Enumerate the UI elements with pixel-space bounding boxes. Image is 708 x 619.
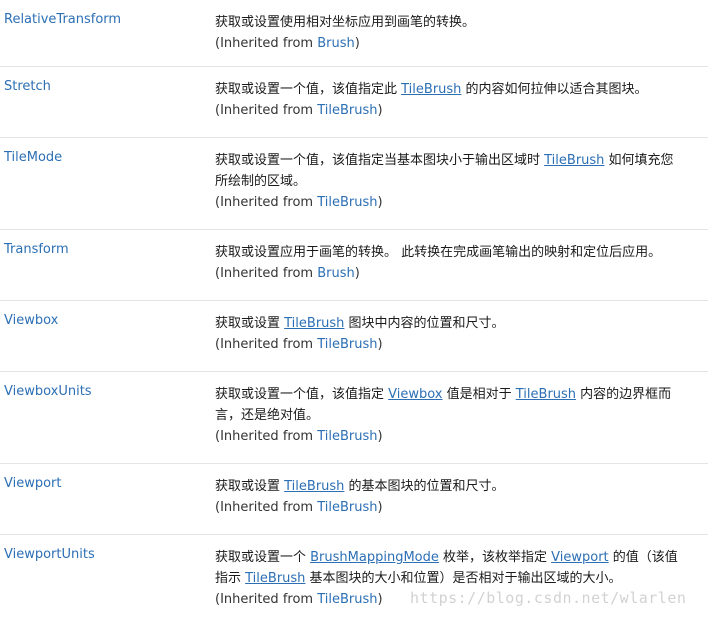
inherited-from-link[interactable]: TileBrush	[317, 195, 377, 210]
description-line: 获取或设置一个 BrushMappingMode 枚举，该枚举指定 Viewpo…	[215, 547, 701, 568]
description-text: 内容的边界框而	[576, 387, 672, 402]
inherited-prefix: (Inherited from	[215, 36, 318, 51]
inherited-suffix: )	[377, 592, 383, 607]
watermark: https://blog.csdn.net/wlarlen	[410, 589, 687, 607]
description-line: 获取或设置应用于画笔的转换。 此转换在完成画笔输出的映射和定位后应用。	[215, 242, 701, 263]
description-line: 所绘制的区域。	[215, 171, 701, 192]
description-line: 言，还是绝对值。	[215, 405, 701, 426]
description-text: 获取或设置使用相对坐标应用到画笔的转换。	[215, 15, 476, 30]
description-text: 指示	[215, 571, 246, 586]
description-line: 获取或设置一个值，该值指定当基本图块小于输出区域时 TileBrush 如何填充…	[215, 150, 701, 171]
type-link[interactable]: Viewport	[551, 550, 609, 565]
inherited-from-link[interactable]: Brush	[317, 266, 355, 281]
inherited-from: (Inherited from TileBrush)	[215, 334, 701, 355]
description-line: 获取或设置一个值，该值指定 Viewbox 值是相对于 TileBrush 内容…	[215, 384, 701, 405]
inherited-from-link[interactable]: TileBrush	[317, 429, 377, 444]
property-description: 获取或设置一个值，该值指定当基本图块小于输出区域时 TileBrush 如何填充…	[215, 150, 701, 213]
inherited-from: (Inherited from TileBrush)	[215, 426, 701, 447]
description-text: 获取或设置应用于画笔的转换。 此转换在完成画笔输出的映射和定位后应用。	[215, 245, 662, 260]
inherited-prefix: (Inherited from	[215, 592, 318, 607]
inherited-prefix: (Inherited from	[215, 266, 318, 281]
inherited-from-link[interactable]: TileBrush	[317, 500, 377, 515]
description-text: 的内容如何拉伸以适合其图块。	[461, 82, 648, 97]
property-name-link[interactable]: Transform	[4, 242, 69, 257]
property-row: ViewboxUnits 获取或设置一个值，该值指定 Viewbox 值是相对于 …	[0, 372, 708, 464]
type-link[interactable]: TileBrush	[284, 479, 344, 494]
inherited-from-link[interactable]: TileBrush	[317, 592, 377, 607]
type-link[interactable]: Viewbox	[388, 387, 442, 402]
description-text: 的基本图块的位置和尺寸。	[344, 479, 505, 494]
property-row: Viewport 获取或设置 TileBrush 的基本图块的位置和尺寸。 (Inh…	[0, 464, 708, 535]
property-row: TileMode 获取或设置一个值，该值指定当基本图块小于输出区域时 TileBr…	[0, 138, 708, 230]
inherited-suffix: )	[377, 195, 383, 210]
description-text: 获取或设置	[215, 316, 285, 331]
property-description: 获取或设置一个值，该值指定此 TileBrush 的内容如何拉伸以适合其图块。(…	[215, 79, 701, 121]
property-name-link[interactable]: TileMode	[4, 150, 62, 165]
description-line: 指示 TileBrush 基本图块的大小和位置）是否相对于输出区域的大小。	[215, 568, 701, 589]
property-name-link[interactable]: Viewbox	[4, 313, 58, 328]
property-description: 获取或设置 TileBrush 图块中内容的位置和尺寸。 (Inherited f…	[215, 313, 701, 355]
property-description: 获取或设置 TileBrush 的基本图块的位置和尺寸。 (Inherited f…	[215, 476, 701, 518]
description-text: 获取或设置一个	[215, 550, 311, 565]
type-link[interactable]: TileBrush	[245, 571, 305, 586]
property-row: Transform 获取或设置应用于画笔的转换。 此转换在完成画笔输出的映射和定位…	[0, 230, 708, 301]
inherited-prefix: (Inherited from	[215, 429, 318, 444]
description-line: 获取或设置一个值，该值指定此 TileBrush 的内容如何拉伸以适合其图块。	[215, 79, 701, 100]
inherited-suffix: )	[377, 103, 383, 118]
description-text: 图块中内容的位置和尺寸。	[344, 316, 505, 331]
property-description: 获取或设置一个值，该值指定 Viewbox 值是相对于 TileBrush 内容…	[215, 384, 701, 447]
inherited-suffix: )	[354, 36, 360, 51]
inherited-from-link[interactable]: TileBrush	[317, 103, 377, 118]
inherited-suffix: )	[377, 337, 383, 352]
inherited-suffix: )	[377, 500, 383, 515]
description-text: 获取或设置一个值，该值指定此	[215, 82, 402, 97]
description-text: 枚举，该枚举指定	[438, 550, 552, 565]
type-link[interactable]: TileBrush	[516, 387, 576, 402]
property-name-link[interactable]: RelativeTransform	[4, 12, 121, 27]
description-text: 基本图块的大小和位置）是否相对于输出区域的大小。	[305, 571, 622, 586]
description-text: 获取或设置一个值，该值指定当基本图块小于输出区域时	[215, 153, 545, 168]
description-text: 所绘制的区域。	[215, 174, 307, 189]
property-name-link[interactable]: Stretch	[4, 79, 51, 94]
description-line: 获取或设置使用相对坐标应用到画笔的转换。	[215, 12, 701, 33]
property-description: 获取或设置应用于画笔的转换。 此转换在完成画笔输出的映射和定位后应用。 (Inhe…	[215, 242, 701, 284]
property-name-link[interactable]: ViewportUnits	[4, 547, 95, 562]
description-text: 获取或设置	[215, 479, 285, 494]
property-row: RelativeTransform 获取或设置使用相对坐标应用到画笔的转换。 (In…	[0, 0, 708, 67]
property-name-link[interactable]: ViewboxUnits	[4, 384, 92, 399]
property-row: Viewbox 获取或设置 TileBrush 图块中内容的位置和尺寸。 (Inhe…	[0, 301, 708, 372]
inherited-from-link[interactable]: Brush	[317, 36, 355, 51]
inherited-from: (Inherited from Brush)	[215, 263, 701, 284]
property-name-link[interactable]: Viewport	[4, 476, 62, 491]
property-description: 获取或设置使用相对坐标应用到画笔的转换。 (Inherited from Brus…	[215, 12, 701, 54]
inherited-suffix: )	[354, 266, 360, 281]
type-link[interactable]: TileBrush	[544, 153, 604, 168]
description-text: 获取或设置一个值，该值指定	[215, 387, 389, 402]
description-line: 获取或设置 TileBrush 的基本图块的位置和尺寸。	[215, 476, 701, 497]
inherited-prefix: (Inherited from	[215, 500, 318, 515]
inherited-prefix: (Inherited from	[215, 103, 318, 118]
description-text: 言，还是绝对值。	[215, 408, 320, 423]
description-text: 的值（该值	[608, 550, 678, 565]
type-link[interactable]: BrushMappingMode	[310, 550, 439, 565]
inherited-from: (Inherited from Brush)	[215, 33, 701, 54]
inherited-from: (Inherited from TileBrush)	[215, 497, 701, 518]
description-text: 值是相对于	[442, 387, 516, 402]
inherited-from: (Inherited from TileBrush)	[215, 100, 701, 121]
description-text: 如何填充您	[604, 153, 674, 168]
type-link[interactable]: TileBrush	[284, 316, 344, 331]
type-link[interactable]: TileBrush	[401, 82, 461, 97]
inherited-from-link[interactable]: TileBrush	[317, 337, 377, 352]
description-line: 获取或设置 TileBrush 图块中内容的位置和尺寸。	[215, 313, 701, 334]
inherited-prefix: (Inherited from	[215, 195, 318, 210]
inherited-prefix: (Inherited from	[215, 337, 318, 352]
inherited-suffix: )	[377, 429, 383, 444]
property-row: Stretch 获取或设置一个值，该值指定此 TileBrush 的内容如何拉伸以…	[0, 67, 708, 138]
inherited-from: (Inherited from TileBrush)	[215, 192, 701, 213]
